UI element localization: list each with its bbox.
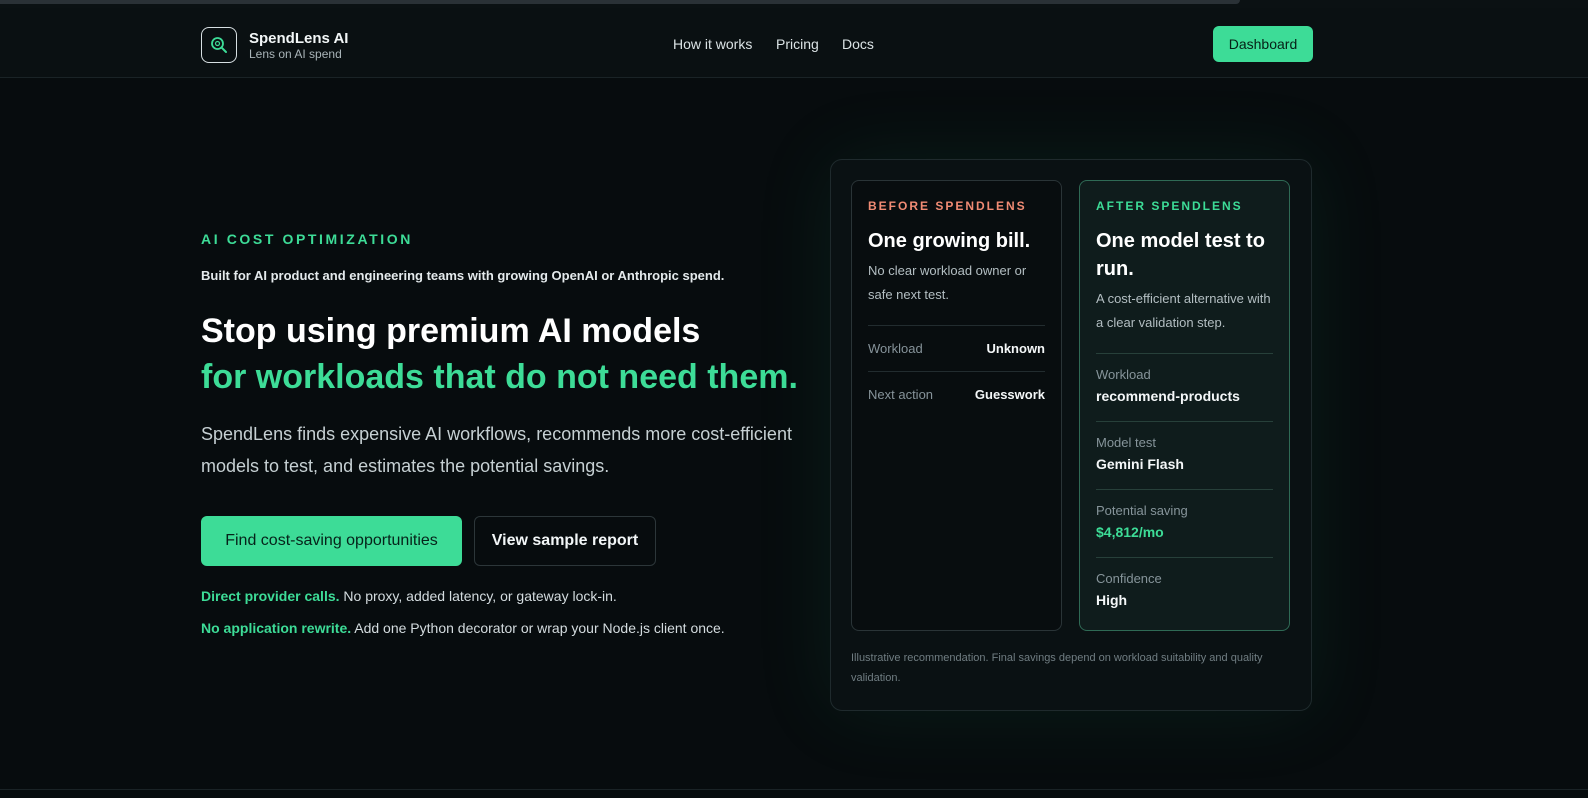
browser-progress-bar bbox=[0, 0, 1240, 4]
row-value: recommend-products bbox=[1096, 388, 1240, 404]
before-row-next-action: Next action Guesswork bbox=[868, 371, 1045, 416]
section-divider bbox=[0, 789, 1588, 790]
row-label: Potential saving bbox=[1096, 503, 1188, 518]
row-value: $4,812/mo bbox=[1096, 524, 1164, 540]
browser-strip bbox=[0, 0, 1588, 8]
after-eyebrow: AFTER SPENDLENS bbox=[1096, 199, 1243, 213]
comparison-panel: BEFORE SPENDLENS One growing bill. No cl… bbox=[830, 159, 1312, 711]
landing-page: SpendLens AI Lens on AI spend How it wor… bbox=[0, 0, 1588, 798]
row-label: Workload bbox=[868, 341, 923, 356]
note-no-rewrite: No application rewrite. Add one Python d… bbox=[201, 620, 725, 636]
note-direct-calls: Direct provider calls. No proxy, added l… bbox=[201, 588, 617, 604]
after-title: One model test to run. bbox=[1096, 230, 1265, 280]
after-row-confidence: Confidence High bbox=[1096, 557, 1273, 625]
after-card: AFTER SPENDLENS One model test to run. A… bbox=[1079, 180, 1290, 631]
after-row-model-test: Model test Gemini Flash bbox=[1096, 421, 1273, 489]
nav-pricing[interactable]: Pricing bbox=[776, 36, 819, 52]
row-value: Gemini Flash bbox=[1096, 456, 1184, 472]
hero-headline: Stop using premium AI models for workloa… bbox=[201, 308, 798, 400]
before-details: Workload Unknown Next action Guesswork bbox=[868, 325, 1045, 416]
nav-docs[interactable]: Docs bbox=[842, 36, 874, 52]
row-value: High bbox=[1096, 592, 1128, 608]
hero-description: SpendLens finds expensive AI workflows, … bbox=[201, 424, 792, 476]
before-eyebrow: BEFORE SPENDLENS bbox=[868, 199, 1027, 213]
row-label: Confidence bbox=[1096, 571, 1162, 586]
row-label: Next action bbox=[868, 386, 934, 402]
after-description: A cost-efficient alternative with a clea… bbox=[1096, 291, 1271, 330]
before-card: BEFORE SPENDLENS One growing bill. No cl… bbox=[851, 180, 1062, 631]
after-row-workload: Workload recommend-products bbox=[1096, 353, 1273, 421]
row-label: Model test bbox=[1096, 435, 1156, 450]
nav-how-it-works[interactable]: How it works bbox=[673, 36, 752, 52]
before-title: One growing bill. bbox=[868, 230, 1031, 252]
hero-eyebrow: AI COST OPTIMIZATION bbox=[201, 231, 413, 247]
before-description: No clear workload owner or safe next tes… bbox=[868, 263, 1027, 302]
row-value: Guesswork bbox=[974, 386, 1045, 402]
note-direct-calls-text: No proxy, added latency, or gateway lock… bbox=[339, 588, 617, 604]
row-label: Workload bbox=[1096, 367, 1151, 382]
before-row-workload: Workload Unknown bbox=[868, 326, 1045, 371]
note-no-rewrite-strong: No application rewrite. bbox=[201, 620, 352, 636]
headline-line-2: for workloads that do not need them. bbox=[201, 358, 798, 396]
note-direct-calls-strong: Direct provider calls. bbox=[201, 588, 340, 604]
view-sample-report-button[interactable]: View sample report bbox=[474, 516, 656, 566]
hero-built-for: Built for AI product and engineering tea… bbox=[201, 268, 725, 283]
comparison-disclaimer: Illustrative recommendation. Final savin… bbox=[851, 652, 1263, 684]
dashboard-button[interactable]: Dashboard bbox=[1213, 26, 1313, 62]
note-no-rewrite-text: Add one Python decorator or wrap your No… bbox=[351, 620, 725, 636]
after-details: Workload recommend-products Model test G… bbox=[1096, 353, 1273, 625]
after-row-potential-saving: Potential saving $4,812/mo bbox=[1096, 489, 1273, 557]
headline-line-1: Stop using premium AI models bbox=[201, 312, 701, 350]
main-nav: How it works Pricing Docs bbox=[0, 36, 1588, 56]
row-value: Unknown bbox=[986, 341, 1046, 356]
find-opportunities-button[interactable]: Find cost-saving opportunities bbox=[201, 516, 462, 566]
site-header: SpendLens AI Lens on AI spend How it wor… bbox=[0, 8, 1588, 78]
